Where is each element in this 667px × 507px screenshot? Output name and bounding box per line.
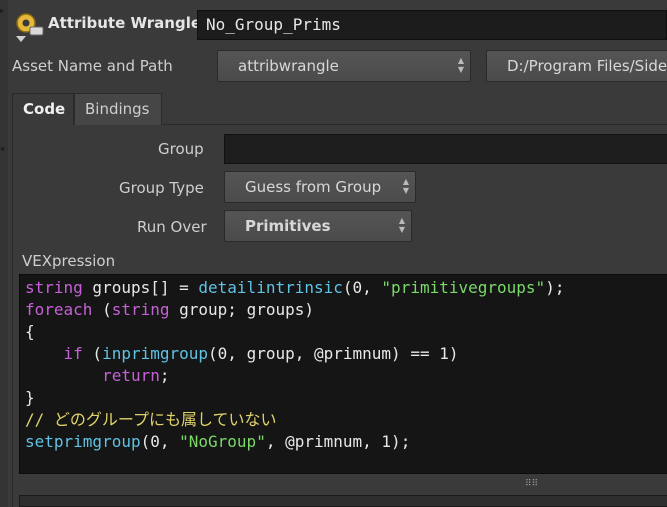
asset-name-path-label: Asset Name and Path [12, 57, 173, 75]
code-line[interactable]: setprimgroup(0, "NoGroup", @primnum, 1); [25, 431, 667, 453]
code-line[interactable]: { [25, 321, 667, 343]
code-line[interactable]: } [25, 387, 667, 409]
run-over-value: Primitives [245, 217, 331, 235]
run-over-label: Run Over [137, 218, 207, 236]
code-line[interactable]: // どのグループにも属していない [25, 409, 667, 431]
run-over-menu[interactable]: Primitives ▲ ▼ [224, 210, 412, 242]
parameter-header: Attribute Wrangle No_Group_Prims [8, 4, 667, 44]
wrangle-node-icon[interactable] [12, 10, 46, 44]
code-token-kw: if [63, 344, 83, 363]
code-token-kw: foreach [25, 300, 93, 319]
updown-arrow-icon: ▲ ▼ [402, 177, 409, 195]
code-token-fn: setprimgroup [25, 432, 141, 451]
code-line[interactable]: foreach (string group; groups) [25, 299, 667, 321]
code-token-str: "primitivegroups" [381, 278, 546, 297]
vex-code-editor[interactable]: string groups[] = detailintrinsic(0, "pr… [19, 274, 667, 474]
code-line[interactable]: string groups[] = detailintrinsic(0, "pr… [25, 277, 667, 299]
asset-path-value: D:/Program Files/Side [507, 57, 667, 75]
asset-name-value: attribwrangle [238, 57, 339, 75]
group-type-label: Group Type [119, 179, 204, 197]
code-token-kw: string [25, 278, 83, 297]
code-token-str: "NoGroup" [179, 432, 266, 451]
node-name-input[interactable]: No_Group_Prims [197, 10, 667, 40]
collapse-arrow-icon[interactable]: ▸ [0, 6, 6, 15]
code-token-kw: string [111, 300, 170, 319]
panel-border [12, 124, 13, 507]
code-token-fn: detailintrinsic [198, 278, 343, 297]
code-token: groups[] = [82, 278, 199, 297]
group-label: Group [158, 140, 204, 158]
code-token-fn: inprimgroup [102, 344, 209, 363]
code-token: (0, group, @primnum) == 1) [208, 344, 459, 363]
asset-path-field[interactable]: D:/Program Files/Side [486, 50, 667, 82]
left-collapse-strip[interactable]: ▸ ◂ [0, 0, 8, 507]
code-line[interactable]: return; [25, 365, 667, 387]
code-token-cm: // どのグループにも属していない [25, 410, 277, 429]
code-line[interactable]: if (inprimgroup(0, group, @primnum) == 1… [25, 343, 667, 365]
tab-divider [162, 124, 667, 125]
code-token: (0, [140, 432, 180, 451]
code-token: ( [92, 300, 112, 319]
group-input[interactable] [224, 134, 667, 164]
code-token: group; groups) [169, 300, 314, 319]
editor-bottom-bar [19, 495, 667, 507]
tab-code[interactable]: Code [12, 93, 74, 125]
tab-bindings[interactable]: Bindings [74, 93, 162, 125]
vexpression-label: VEXpression [22, 252, 116, 270]
code-token: (0, [342, 278, 382, 297]
collapse-arrow-icon[interactable]: ◂ [0, 144, 6, 153]
code-token: } [25, 388, 35, 407]
code-token: ( [82, 344, 103, 363]
asset-name-menu[interactable]: attribwrangle ▲ ▼ [217, 50, 471, 82]
node-type-label: Attribute Wrangle [48, 14, 202, 32]
code-token: { [25, 322, 35, 341]
code-token: ); [545, 278, 565, 297]
code-token-kw: return [102, 366, 160, 385]
resize-grip-icon[interactable]: ⠿⠿ [525, 480, 538, 489]
updown-arrow-icon: ▲ ▼ [398, 216, 405, 234]
code-token: ; [159, 366, 170, 385]
group-type-value: Guess from Group [245, 178, 382, 196]
updown-arrow-icon: ▲ ▼ [457, 56, 464, 74]
group-type-menu[interactable]: Guess from Group ▲ ▼ [224, 171, 416, 203]
code-token: , @primnum, 1); [265, 432, 411, 451]
